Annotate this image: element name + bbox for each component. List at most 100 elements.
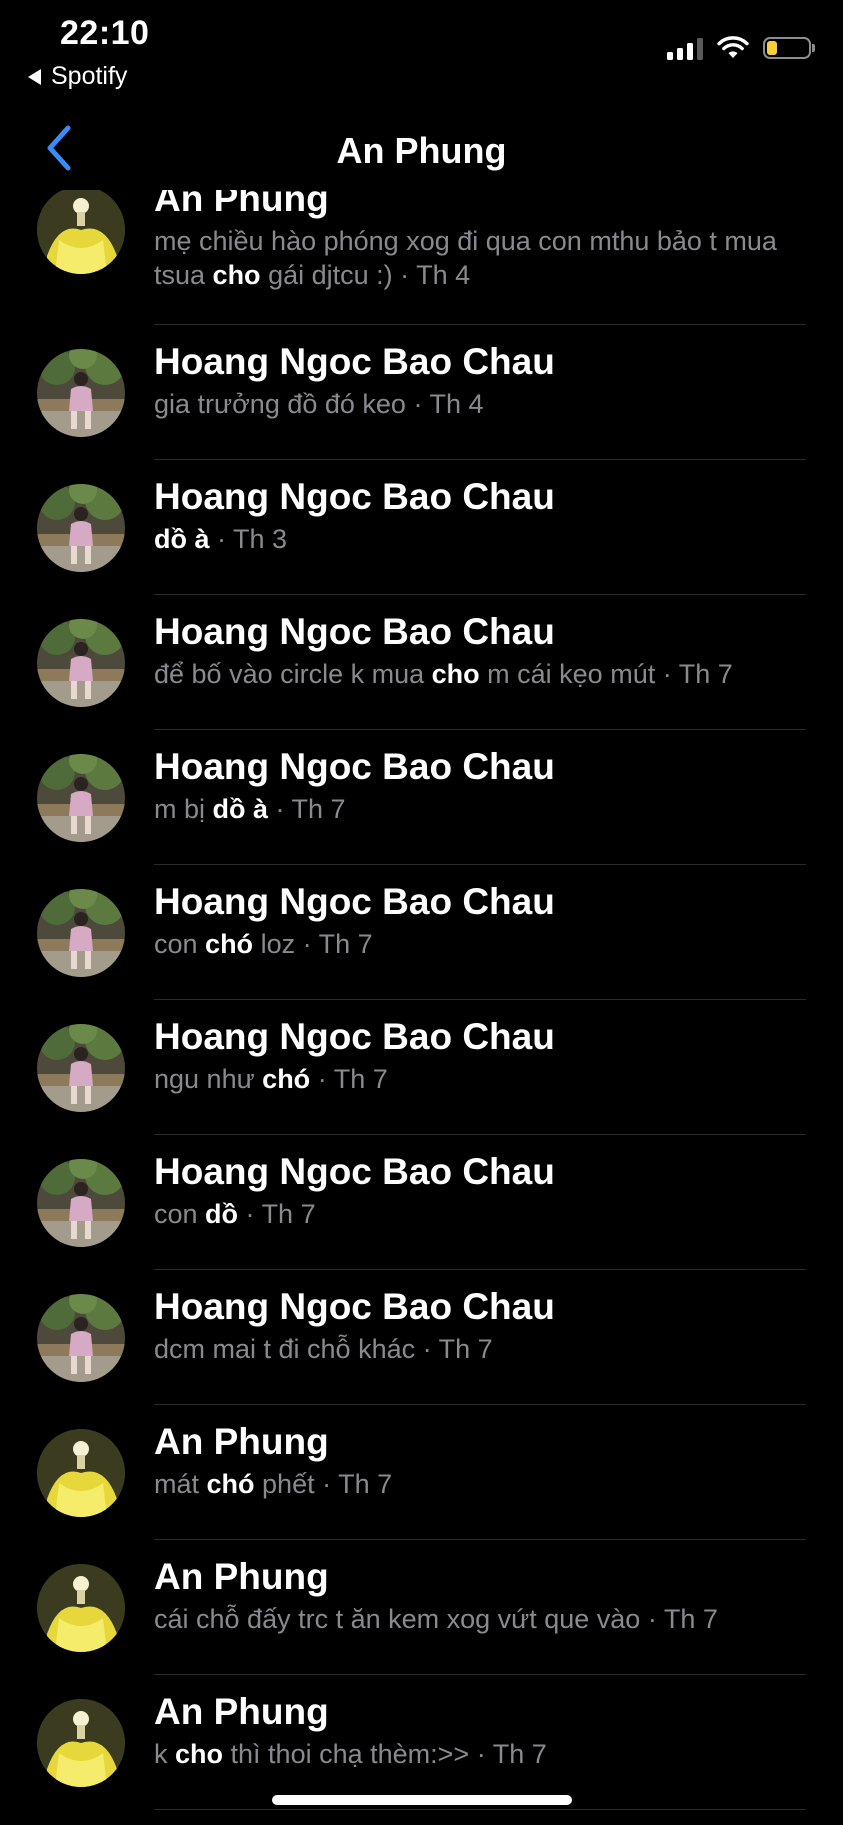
result-row[interactable]: Hoang Ngoc Bao Chau ngu như chó · Th 7 [0, 1000, 843, 1135]
battery-icon [763, 37, 815, 59]
result-text: Hoang Ngoc Bao Chau gia trưởng đồ đó keo … [154, 339, 811, 421]
separator-dot: · [310, 1064, 334, 1094]
avatar [37, 349, 125, 437]
search-match: cho [212, 260, 261, 290]
contact-name: Hoang Ngoc Bao Chau [154, 611, 555, 652]
result-text: An Phung mẹ chiều hào phóng xog đi qua co… [154, 190, 811, 292]
snippet-text: loz [253, 929, 296, 959]
result-text: Hoang Ngoc Bao Chau con dồ · Th 7 [154, 1149, 811, 1231]
contact-name: Hoang Ngoc Bao Chau [154, 881, 555, 922]
result-row[interactable]: Hoang Ngoc Bao Chau dồ à · Th 3 [0, 460, 843, 595]
search-match: chó [262, 1064, 311, 1094]
avatar [37, 754, 125, 842]
result-row[interactable]: An Phung mát chó phết · Th 7 [0, 1405, 843, 1540]
message-snippet: dồ à · Th 3 [154, 522, 811, 556]
contact-name: An Phung [154, 1421, 329, 1462]
message-snippet: m bị dồ à · Th 7 [154, 792, 811, 826]
message-date: Th 7 [678, 659, 733, 689]
separator-dot: · [238, 1199, 262, 1229]
contact-name: An Phung [154, 1556, 329, 1597]
back-to-app-link[interactable]: Spotify [28, 62, 127, 91]
result-text: An Phung cái chỗ đấy trc t ăn kem xog vứt… [154, 1554, 811, 1636]
message-snippet: mát chó phết · Th 7 [154, 1467, 811, 1501]
snippet-text: m bị [154, 794, 213, 824]
result-row[interactable]: Hoang Ngoc Bao Chau gia trưởng đồ đó keo … [0, 325, 843, 460]
message-snippet: con dồ · Th 7 [154, 1197, 811, 1231]
message-date: Th 7 [492, 1739, 547, 1769]
message-snippet: mẹ chiều hào phóng xog đi qua con mthu b… [154, 224, 811, 292]
message-date: Th 7 [291, 794, 346, 824]
search-match: dồ à [212, 794, 269, 824]
snippet-text: gia trưởng đồ đó keo [154, 389, 406, 419]
separator-dot: · [295, 929, 319, 959]
row-divider [154, 1809, 806, 1810]
nav-bar: An Phung [0, 110, 843, 190]
separator-dot: · [640, 1604, 664, 1634]
contact-name: Hoang Ngoc Bao Chau [154, 341, 555, 382]
back-triangle-icon [28, 68, 41, 85]
result-row[interactable]: Hoang Ngoc Bao Chau m bị dồ à · Th 7 [0, 730, 843, 865]
result-text: An Phung k cho thì thoi chạ thèm:>> · Th … [154, 1689, 811, 1771]
result-text: Hoang Ngoc Bao Chau con chó loz · Th 7 [154, 879, 811, 961]
snippet-text: thì thoi chạ thèm:>> [223, 1739, 470, 1769]
snippet-text: cái chỗ đấy trc t ăn kem xog vứt que vào [154, 1604, 641, 1634]
message-date: Th 7 [338, 1469, 393, 1499]
home-indicator[interactable] [272, 1795, 572, 1805]
snippet-text: phết [254, 1469, 315, 1499]
message-date: Th 7 [438, 1334, 493, 1364]
message-date: Th 7 [318, 929, 373, 959]
snippet-text: k [154, 1739, 176, 1769]
message-date: Th 4 [429, 389, 484, 419]
status-bar: 22:10 Spotify [0, 0, 843, 110]
message-date: Th 4 [416, 260, 471, 290]
result-text: Hoang Ngoc Bao Chau để bố vào circle k mu… [154, 609, 811, 691]
message-snippet: k cho thì thoi chạ thèm:>> · Th 7 [154, 1737, 811, 1771]
contact-name: Hoang Ngoc Bao Chau [154, 746, 555, 787]
wifi-icon [717, 36, 749, 58]
separator-dot: · [405, 389, 430, 419]
contact-name: Hoang Ngoc Bao Chau [154, 1286, 555, 1327]
result-row[interactable]: Hoang Ngoc Bao Chau con dồ · Th 7 [0, 1135, 843, 1270]
separator-dot: · [392, 260, 417, 290]
search-match: cho [175, 1739, 224, 1769]
contact-name: Hoang Ngoc Bao Chau [154, 1151, 555, 1192]
message-date: Th 7 [261, 1199, 316, 1229]
battery-level [767, 41, 777, 55]
status-time: 22:10 [60, 14, 150, 52]
result-text: Hoang Ngoc Bao Chau m bị dồ à · Th 7 [154, 744, 811, 826]
avatar [37, 1564, 125, 1652]
message-snippet: cái chỗ đấy trc t ăn kem xog vứt que vào… [154, 1602, 811, 1636]
snippet-text: để bố vào circle k mua [154, 659, 432, 689]
result-row[interactable]: Hoang Ngoc Bao Chau để bố vào circle k mu… [0, 595, 843, 730]
result-row[interactable]: Hoang Ngoc Bao Chau dcm mai t đi chỗ khác… [0, 1270, 843, 1405]
result-row[interactable]: Hoang Ngoc Bao Chau con chó loz · Th 7 [0, 865, 843, 1000]
result-row[interactable]: An Phung cái chỗ đấy trc t ăn kem xog vứt… [0, 1540, 843, 1675]
separator-dot: · [314, 1469, 339, 1499]
contact-name: An Phung [154, 1691, 329, 1732]
snippet-text: ngu như [154, 1064, 263, 1094]
message-snippet: con chó loz · Th 7 [154, 927, 811, 961]
search-match: chó [206, 1469, 255, 1499]
avatar [37, 889, 125, 977]
snippet-text: con [154, 1199, 206, 1229]
separator-dot: · [469, 1739, 493, 1769]
result-text: Hoang Ngoc Bao Chau dcm mai t đi chỗ khác… [154, 1284, 811, 1366]
avatar [37, 1024, 125, 1112]
message-date: Th 3 [233, 524, 288, 554]
status-icons [667, 36, 815, 60]
avatar [37, 619, 125, 707]
message-date: Th 7 [333, 1064, 388, 1094]
message-snippet: để bố vào circle k mua cho m cái kẹo mút… [154, 657, 811, 691]
search-results-inner: An Phung mẹ chiều hào phóng xog đi qua co… [0, 190, 843, 1810]
result-row[interactable]: An Phung mẹ chiều hào phóng xog đi qua co… [0, 190, 843, 325]
snippet-text: gái djtcu :) [260, 260, 393, 290]
search-results-list[interactable]: An Phung mẹ chiều hào phóng xog đi qua co… [0, 190, 843, 1825]
result-row[interactable]: An Phung k cho thì thoi chạ thèm:>> · Th … [0, 1675, 843, 1810]
contact-name: An Phung [154, 190, 329, 219]
snippet-text: mát [154, 1469, 207, 1499]
message-date: Th 7 [663, 1604, 718, 1634]
avatar [37, 1699, 125, 1787]
avatar [37, 1429, 125, 1517]
avatar [37, 484, 125, 572]
avatar [37, 1159, 125, 1247]
